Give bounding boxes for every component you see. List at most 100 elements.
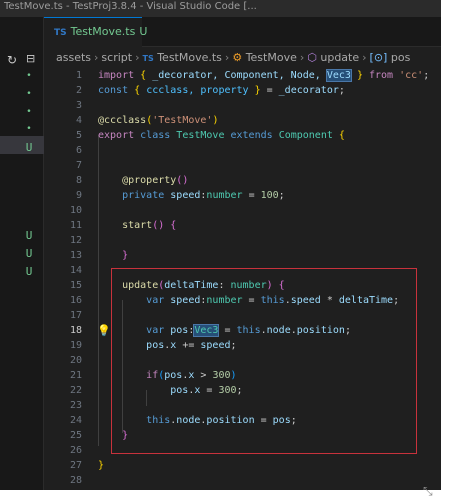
code-token: }	[122, 430, 129, 441]
code-token: var	[146, 325, 165, 336]
code-line[interactable]: 24 this.node.position = pos;	[44, 413, 441, 428]
code-token: =	[242, 295, 261, 306]
resize-grip-icon[interactable]: ⤡	[423, 484, 437, 498]
chevron-right-icon: ›	[135, 51, 140, 64]
refresh-icon[interactable]: ↻	[7, 54, 17, 66]
code-line[interactable]: 23	[44, 398, 441, 413]
line-number: 8	[75, 175, 82, 186]
code-line[interactable]: 14	[44, 263, 441, 278]
code-token: ;	[236, 385, 243, 396]
code-token: }	[98, 460, 105, 471]
code-line[interactable]: 6	[44, 143, 441, 158]
code-line[interactable]: 5 export class TestMove extends Component…	[44, 128, 441, 143]
explorer-gutter: ↻ ⊟ • • • • U U U U	[0, 17, 44, 490]
code-token: property	[128, 175, 177, 186]
code-text: }	[98, 458, 104, 473]
code-line[interactable]: 19 pos.x += speed;	[44, 338, 441, 353]
code-line[interactable]: 16 var speed:number = this.speed * delta…	[44, 293, 441, 308]
code-line[interactable]: 12	[44, 233, 441, 248]
selected-explorer-row[interactable]	[0, 136, 44, 154]
code-text: const { ccclass, property } = _decorator…	[98, 83, 345, 98]
breadcrumb: assets › script › TS TestMove.ts › ⚙ TestMove ›…	[44, 48, 441, 68]
code-token: ;	[290, 415, 297, 426]
collapse-all-icon[interactable]: ⊟	[26, 53, 35, 65]
code-token: }	[122, 250, 129, 261]
code-line[interactable]: 2 const { ccclass, property } = _decorato…	[44, 83, 441, 98]
code-line[interactable]: 1 import { _decorator, Component, Node, V…	[44, 68, 441, 83]
code-token: this	[236, 325, 261, 336]
tab-testmove[interactable]: TS TestMove.ts U	[44, 17, 147, 47]
code-line[interactable]: 3	[44, 98, 441, 113]
code-text: var speed:number = this.speed * deltaTim…	[98, 293, 399, 308]
code-token: if	[146, 370, 159, 381]
code-token: number	[230, 280, 267, 291]
line-number: 25	[69, 430, 82, 441]
code-token: 'cc'	[399, 70, 424, 81]
lightbulb-icon[interactable]: 💡	[97, 324, 111, 337]
code-token: ()	[152, 220, 165, 231]
code-token: {	[278, 280, 285, 291]
untracked-badge: U	[25, 265, 33, 278]
code-token: number	[206, 190, 243, 201]
line-number: 26	[69, 445, 82, 456]
code-token: node	[176, 415, 201, 426]
code-token: >	[194, 370, 213, 381]
line-number: 20	[69, 355, 82, 366]
code-text: update(deltaTime: number) {	[98, 278, 285, 293]
code-token: speed	[170, 190, 201, 201]
code-token: node	[266, 325, 291, 336]
code-line[interactable]: 11 start() {	[44, 218, 441, 233]
code-token: {	[170, 220, 177, 231]
code-line[interactable]: 22 pos.x = 300;	[44, 383, 441, 398]
code-text: this.node.position = pos;	[98, 413, 297, 428]
code-line[interactable]: 17	[44, 308, 441, 323]
code-token: export	[98, 130, 135, 141]
code-line[interactable]: 15 update(deltaTime: number) {	[44, 278, 441, 293]
code-text: var pos:Vec3 = this.node.position;	[98, 323, 351, 338]
window-title: TestMove.ts - TestProj3.8.4 - Visual Stu…	[4, 1, 257, 12]
code-token: ccclass	[104, 115, 147, 126]
code-token: 300	[218, 385, 237, 396]
code-token: +=	[176, 340, 201, 351]
code-token: ;	[344, 325, 351, 336]
code-line[interactable]: 20	[44, 353, 441, 368]
breadcrumb-item-assets[interactable]: assets	[56, 51, 91, 64]
code-token: ;	[393, 295, 400, 306]
code-token: ()	[176, 175, 189, 186]
code-line[interactable]: 10	[44, 203, 441, 218]
modified-dot: •	[26, 89, 32, 99]
code-token: {	[338, 130, 345, 141]
breadcrumb-item-variable[interactable]: pos	[391, 51, 410, 64]
code-editor[interactable]: 1 import { _decorator, Component, Node, V…	[44, 68, 441, 490]
code-token: number	[206, 295, 243, 306]
code-token: import	[98, 70, 135, 81]
code-line[interactable]: 28	[44, 473, 441, 488]
code-text: @ccclass('TestMove')	[98, 113, 218, 128]
code-line[interactable]: 8 @property()	[44, 173, 441, 188]
breadcrumb-item-file[interactable]: TestMove.ts	[157, 51, 222, 64]
code-line[interactable]: 21 if(pos.x > 300)	[44, 368, 441, 383]
tab-filename: TestMove.ts	[70, 25, 136, 38]
code-line[interactable]: 27}	[44, 458, 441, 473]
code-line[interactable]: 7	[44, 158, 441, 173]
breadcrumb-item-method[interactable]: update	[320, 51, 359, 64]
code-line[interactable]: 13 }	[44, 248, 441, 263]
breadcrumb-item-class[interactable]: TestMove	[246, 51, 297, 64]
tab-status-badge: U	[139, 25, 148, 38]
code-token: position	[206, 415, 255, 426]
line-number: 1	[75, 70, 82, 81]
code-line[interactable]: 26	[44, 443, 441, 458]
breadcrumb-item-script[interactable]: script	[101, 51, 132, 64]
line-number: 18	[69, 325, 82, 336]
line-number: 16	[69, 295, 82, 306]
code-line[interactable]: 4 @ccclass('TestMove')	[44, 113, 441, 128]
code-line[interactable]: 25 }	[44, 428, 441, 443]
code-line[interactable]: 9 private speed:number = 100;	[44, 188, 441, 203]
code-token: pos	[170, 385, 189, 396]
